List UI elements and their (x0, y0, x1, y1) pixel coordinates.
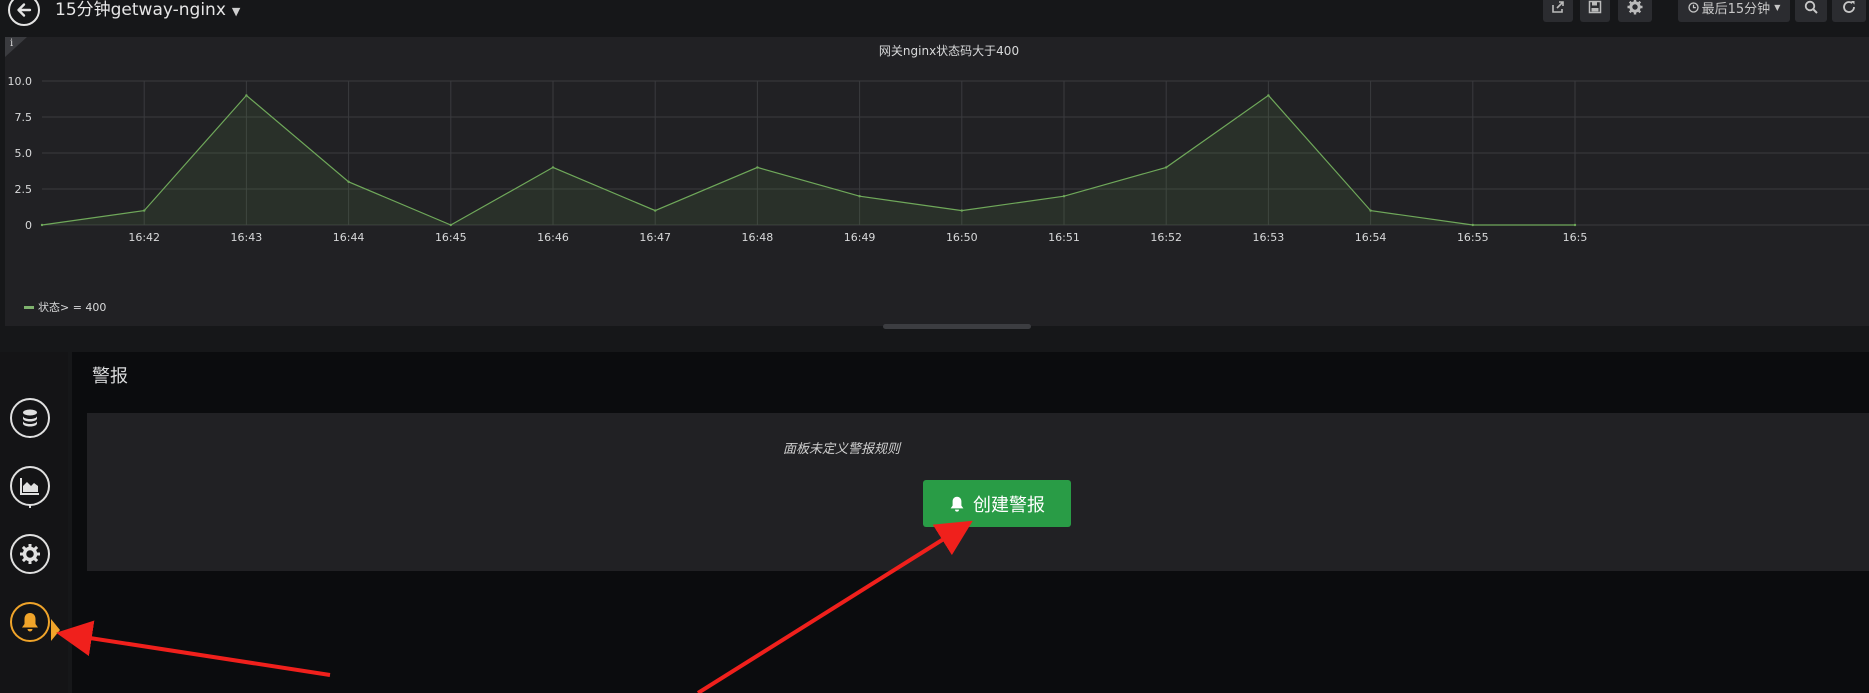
series-point (756, 166, 759, 169)
alert-tab-panel: 警报 面板未定义警报规则 创建警报 (72, 352, 1869, 693)
x-tick-label: 16:53 (1253, 231, 1285, 244)
x-tick-label: 16:47 (639, 231, 671, 244)
x-tick-label: 16:5 (1563, 231, 1588, 244)
legend-label[interactable]: 状态> = 400 (38, 300, 106, 314)
active-step-pointer (51, 619, 60, 641)
create-alert-label: 创建警报 (973, 494, 1045, 516)
series-point (347, 180, 350, 183)
x-tick-label: 16:43 (231, 231, 263, 244)
clock-icon (1687, 1, 1699, 13)
save-button[interactable] (1580, 0, 1610, 22)
series-point (551, 166, 555, 169)
caret-down-icon: ▼ (1774, 2, 1781, 12)
series-point (1267, 94, 1270, 97)
timeseries-chart: 网关nginx状态码大于400 0 2.5 5.0 7.5 10.0 16:42 16:4… (8, 44, 1869, 314)
x-tick-label: 16:44 (333, 231, 365, 244)
rail-alert-button[interactable] (10, 602, 50, 642)
dashboard-title-text: 15分钟getway-nginx (55, 0, 226, 20)
panel-resize-handle[interactable] (883, 324, 1031, 329)
y-tick-label: 10.0 (8, 75, 33, 88)
x-tick-label: 16:48 (742, 231, 774, 244)
editor-step-rail (0, 352, 68, 693)
x-tick-label: 16:54 (1355, 231, 1387, 244)
series-area-fill (42, 95, 1575, 226)
refresh-icon (1843, 1, 1855, 13)
save-icon (1588, 0, 1602, 14)
rail-queries-button[interactable] (10, 398, 50, 438)
x-tick-label: 16:51 (1048, 231, 1080, 244)
no-alert-rules-message: 面板未定义警报规则 (782, 442, 900, 457)
series-point (654, 209, 657, 212)
gear-icon (1627, 0, 1643, 15)
series-point (40, 223, 44, 227)
time-range-picker[interactable]: 最后15分钟 ▼ (1678, 0, 1790, 22)
series-point (960, 209, 963, 212)
chart-title: 网关nginx状态码大于400 (879, 44, 1019, 58)
bell-icon (22, 613, 38, 632)
graph-panel: i 网关nginx状态码大于400 0 2.5 5.0 7.5 10.0 16:42 16… (5, 37, 1869, 329)
caret-down-icon: ▼ (231, 5, 241, 18)
time-range-label: 最后15分钟 (1701, 1, 1771, 17)
zoom-out-button[interactable] (1795, 0, 1827, 22)
y-tick-label: 5.0 (15, 147, 33, 160)
arrow-left-icon (17, 3, 32, 17)
y-tick-label: 7.5 (15, 111, 33, 124)
rail-visualization-button[interactable] (10, 466, 50, 506)
x-tick-label: 16:52 (1150, 231, 1182, 244)
settings-icon (20, 544, 40, 564)
x-tick-label: 16:50 (946, 231, 978, 244)
alert-tab-title: 警报 (92, 366, 128, 387)
database-icon (23, 409, 37, 427)
series-point (1573, 223, 1577, 227)
x-tick-label: 16:42 (128, 231, 160, 244)
share-button[interactable] (1543, 0, 1573, 22)
rail-general-button[interactable] (10, 534, 50, 574)
series-point (858, 195, 861, 198)
series-point (1369, 209, 1372, 212)
share-icon (1552, 1, 1564, 13)
x-tick-label: 16:45 (435, 231, 467, 244)
x-tick-label: 16:55 (1457, 231, 1489, 244)
dashboard-title[interactable]: 15分钟getway-nginx ▼ (55, 0, 240, 20)
series-point (245, 94, 248, 97)
series-point (449, 223, 452, 227)
back-button[interactable] (8, 0, 40, 26)
series-point (143, 209, 146, 212)
alert-empty-state: 面板未定义警报规则 创建警报 (87, 413, 1869, 571)
create-alert-button[interactable]: 创建警报 (923, 480, 1071, 527)
area-chart-icon (20, 478, 39, 495)
refresh-button[interactable] (1832, 0, 1866, 22)
x-tick-label: 16:46 (537, 231, 569, 244)
y-tick-label: 0 (25, 219, 32, 232)
y-tick-label: 2.5 (15, 183, 33, 196)
zoom-out-icon (1804, 0, 1818, 14)
legend-swatch (24, 306, 34, 309)
series-point (1165, 166, 1168, 169)
settings-button[interactable] (1618, 0, 1652, 22)
top-navbar: 15分钟getway-nginx ▼ 最后15分钟 ▼ (0, 0, 1869, 36)
bell-icon (950, 496, 964, 512)
series-point (1471, 223, 1475, 227)
x-tick-label: 16:49 (844, 231, 876, 244)
series-point (1062, 195, 1066, 198)
